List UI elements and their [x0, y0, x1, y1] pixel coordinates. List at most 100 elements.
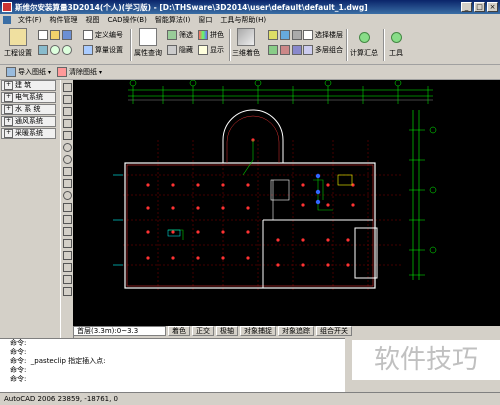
- menu-cad[interactable]: CAD操作(B): [104, 15, 151, 25]
- ortho-toggle[interactable]: 正交: [192, 326, 214, 336]
- expand-icon[interactable]: +: [4, 117, 13, 126]
- new-file-icon[interactable]: [38, 30, 48, 40]
- status-bar: AutoCAD 2006 23859, -18761, 0: [0, 392, 500, 404]
- view-refresh-icon[interactable]: [280, 45, 290, 55]
- redo-icon[interactable]: [62, 45, 72, 55]
- view-orbit-icon[interactable]: [268, 30, 278, 40]
- expand-icon[interactable]: +: [4, 93, 13, 102]
- cloud-icon[interactable]: [62, 167, 72, 176]
- clear-drawing-label: 清除图纸: [69, 68, 98, 76]
- minimize-button[interactable]: _: [461, 2, 472, 12]
- save-icon[interactable]: [62, 30, 72, 40]
- tools-button[interactable]: 工具: [387, 28, 405, 58]
- import-drawing-icon: [6, 67, 16, 77]
- view-list-icon[interactable]: [292, 45, 302, 55]
- view-settings-icon[interactable]: [292, 30, 302, 40]
- text-icon[interactable]: [62, 287, 72, 296]
- table-icon[interactable]: [62, 275, 72, 284]
- view-tree-icon[interactable]: [268, 45, 278, 55]
- attr-query-button[interactable]: 属性查询: [134, 28, 162, 58]
- title-bar: 斯维尔安装算量3D2014(个人)(学习版) - [D:\THSware\3D2…: [0, 0, 500, 14]
- sidebar-item-heating[interactable]: + 采暖系统: [1, 128, 56, 139]
- command-line: 命令:: [10, 366, 27, 374]
- command-line: 命令:: [10, 339, 27, 347]
- sidebar-item-electrical[interactable]: + 电气系统: [1, 92, 56, 103]
- spline-icon[interactable]: [62, 179, 72, 188]
- calc-summary-button[interactable]: 计算汇总: [350, 28, 378, 58]
- point-icon[interactable]: [62, 239, 72, 248]
- polar-toggle[interactable]: 极轴: [216, 326, 238, 336]
- expand-icon[interactable]: +: [4, 129, 13, 138]
- menu-component[interactable]: 构件管理: [46, 15, 82, 25]
- command-window[interactable]: 命令: 命令: 命令: _pasteclip 指定插入点: 命令: 命令:: [0, 338, 345, 392]
- import-drawing-label: 导入图纸: [18, 68, 46, 76]
- menu-algorithm[interactable]: 智能算法(I): [151, 15, 195, 25]
- circle-icon[interactable]: [62, 155, 72, 164]
- select-layer-button[interactable]: 选择楼层: [303, 30, 343, 40]
- calc-settings-button[interactable]: 算量设置: [83, 45, 123, 55]
- hide-label: 隐藏: [179, 46, 193, 54]
- expand-icon[interactable]: +: [4, 105, 13, 114]
- system-menu-icon[interactable]: [3, 16, 11, 24]
- three-d-color-button[interactable]: 三维着色: [232, 28, 260, 58]
- construction-line-icon[interactable]: [62, 107, 72, 116]
- system-panel: + 建 筑 + 电气系统 + 水 系 统 + 通风系统 + 采暖系统: [0, 80, 57, 340]
- paste-icon[interactable]: [38, 45, 48, 55]
- menu-window[interactable]: 窗口: [194, 15, 216, 25]
- multi-layer-button[interactable]: 多层组合: [303, 45, 343, 55]
- select-layer-label: 选择楼层: [315, 31, 343, 39]
- expand-icon[interactable]: +: [4, 81, 13, 90]
- show-icon: [198, 45, 208, 55]
- chevron-down-icon[interactable]: ▾: [48, 69, 51, 76]
- region-icon[interactable]: [62, 263, 72, 272]
- open-folder-icon[interactable]: [50, 30, 60, 40]
- ellipse-icon[interactable]: [62, 191, 72, 200]
- close-button[interactable]: ×: [487, 2, 498, 12]
- make-block-icon[interactable]: [62, 227, 72, 236]
- multi-layer-icon: [303, 45, 313, 55]
- watermark-text: 软件技巧: [352, 340, 500, 380]
- view-globe-icon[interactable]: [280, 30, 290, 40]
- undo-icon[interactable]: [50, 45, 60, 55]
- toolbar-separator: [130, 29, 132, 61]
- sidebar-item-building[interactable]: + 建 筑: [1, 80, 56, 91]
- insert-block-icon[interactable]: [62, 215, 72, 224]
- sidebar-item-label: 采暖系统: [15, 129, 43, 137]
- color-button[interactable]: 拼色: [198, 30, 224, 40]
- show-button[interactable]: 显示: [198, 45, 224, 55]
- define-code-button[interactable]: 定义编号: [83, 30, 123, 40]
- drawing-toolbar: 导入图纸 ▾ 清除图纸 ▾: [0, 65, 500, 80]
- hide-button[interactable]: 隐藏: [167, 45, 193, 55]
- clear-drawing-button[interactable]: 清除图纸 ▾: [57, 67, 102, 77]
- import-drawing-button[interactable]: 导入图纸 ▾: [6, 67, 51, 77]
- chevron-down-icon[interactable]: ▾: [99, 69, 102, 76]
- osnap-toggle[interactable]: 对象捕捉: [240, 326, 276, 336]
- arc-icon[interactable]: [62, 143, 72, 152]
- menu-help[interactable]: 工具与帮助(H): [216, 15, 270, 25]
- polyline-icon[interactable]: [62, 95, 72, 104]
- project-settings-button[interactable]: 工程设置: [4, 28, 32, 58]
- hatch-icon[interactable]: [62, 251, 72, 260]
- app-icon: [2, 2, 12, 12]
- polygon-icon[interactable]: [62, 119, 72, 128]
- toolbar-separator: [383, 29, 385, 61]
- otrack-toggle[interactable]: 对象追踪: [278, 326, 314, 336]
- maximize-button[interactable]: □: [474, 2, 485, 12]
- command-prompt[interactable]: 命令:: [0, 375, 345, 384]
- menu-view[interactable]: 视图: [82, 15, 104, 25]
- define-code-icon: [83, 30, 93, 40]
- rectangle-icon[interactable]: [62, 131, 72, 140]
- menu-file[interactable]: 文件(F): [14, 15, 46, 25]
- line-icon[interactable]: [62, 83, 72, 92]
- current-layer-select[interactable]: 首层(3.3m):0~3.3: [73, 326, 166, 336]
- calc-summary-label: 计算汇总: [350, 49, 378, 57]
- filter-button[interactable]: 筛选: [167, 30, 193, 40]
- ellipse-arc-icon[interactable]: [62, 203, 72, 212]
- group-toggle[interactable]: 组合开关: [316, 326, 352, 336]
- sidebar-item-water[interactable]: + 水 系 统: [1, 104, 56, 115]
- calc-settings-icon: [83, 45, 93, 55]
- sidebar-item-ventilation[interactable]: + 通风系统: [1, 116, 56, 127]
- shading-toggle[interactable]: 着色: [168, 326, 190, 336]
- drawing-canvas[interactable]: [73, 80, 500, 326]
- project-settings-label: 工程设置: [4, 49, 32, 57]
